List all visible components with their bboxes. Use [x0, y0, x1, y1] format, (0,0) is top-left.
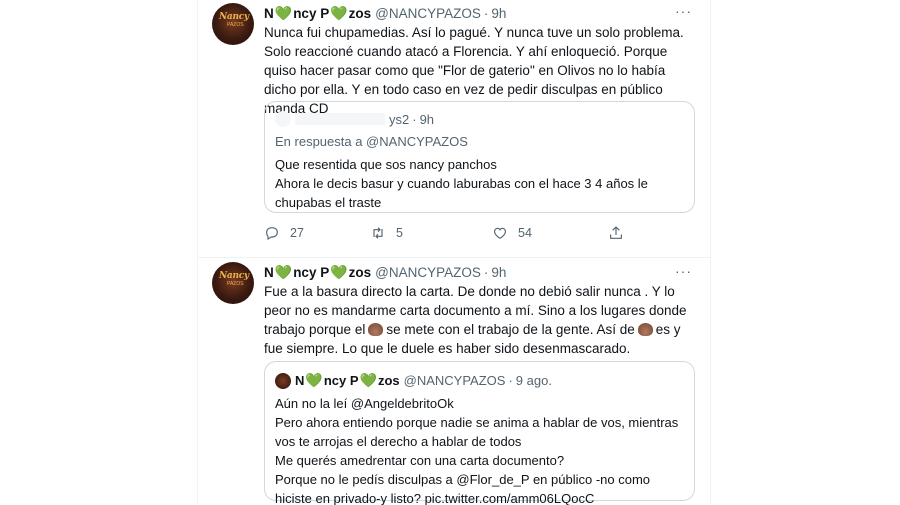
separator-dot: ·	[508, 373, 513, 388]
reply-to-line[interactable]: En respuesta a @NANCYPAZOS	[275, 132, 685, 151]
poop-emoji	[637, 323, 653, 336]
heart-icon: 💚	[359, 372, 377, 388]
user-handle[interactable]: @NANCYPAZOS	[404, 373, 506, 388]
heart-icon: 💚	[274, 263, 293, 280]
name-part: ncy P	[323, 373, 359, 388]
quote-line: Aún no la leí @AngeldebritoOk	[275, 396, 454, 411]
quote-body: En respuesta a @NANCYPAZOS Que resentida…	[275, 132, 685, 212]
timestamp[interactable]: 9h	[491, 6, 506, 21]
heart-icon: 💚	[330, 263, 348, 280]
user-handle[interactable]: @NANCYPAZOS	[375, 6, 481, 21]
tweet-2[interactable]: Nancy PAZOS N 💚 ncy P 💚 zos @NANCYPAZOS · 9h…	[198, 258, 710, 505]
reply-icon	[266, 227, 278, 241]
separator-dot: ·	[483, 5, 489, 21]
quote-line: Pero ahora entiendo porque nadie se anim…	[275, 415, 679, 449]
quote-header: N 💚 ncy P 💚 zos @NANCYPAZOS · 9 ago.	[275, 372, 552, 389]
user-handle[interactable]: @NANCYPAZOS	[375, 265, 481, 280]
heart-icon: 💚	[274, 4, 293, 21]
name-part: N	[295, 373, 305, 388]
name-part: ncy P	[293, 264, 330, 280]
tweet-header: N 💚 ncy P 💚 zos @NANCYPAZOS · 9h	[264, 263, 506, 281]
tweet-header: N 💚 ncy P 💚 zos @NANCYPAZOS · 9h	[264, 4, 506, 22]
avatar[interactable]	[275, 111, 291, 127]
display-name[interactable]: N 💚 ncy P 💚 zos	[264, 5, 371, 22]
retweet-button[interactable]: 5	[370, 225, 403, 241]
tweet-body: Fue a la basura directo la carta. De don…	[264, 282, 694, 358]
separator-dot: ·	[412, 111, 417, 127]
redacted-name	[295, 113, 385, 125]
timestamp[interactable]: 9h	[420, 112, 434, 127]
quote-line: Porque no le pedís disculpas a @Flor_de_…	[275, 472, 651, 505]
reply-count: 27	[290, 226, 304, 240]
quote-line: Me querés amedrentar con una carta docum…	[275, 453, 565, 468]
timestamp[interactable]: 9h	[491, 265, 506, 280]
more-icon[interactable]: ···	[675, 263, 692, 279]
separator-dot: ·	[483, 264, 489, 280]
display-name[interactable]: N 💚 ncy P 💚 zos	[264, 264, 371, 281]
quoted-tweet[interactable]: ys2 · 9h En respuesta a @NANCYPAZOS Que …	[264, 101, 695, 213]
quote-header: ys2 · 9h	[275, 111, 434, 127]
like-count: 54	[518, 226, 532, 240]
like-button[interactable]: 54	[492, 225, 532, 241]
avatar[interactable]: Nancy PAZOS	[212, 3, 254, 45]
name-part: zos	[348, 264, 372, 280]
tweet-text: Fue a la basura directo la carta. De don…	[264, 282, 694, 358]
avatar-logo-sub: PAZOS	[227, 281, 244, 287]
avatar-logo: Nancy	[219, 271, 249, 281]
avatar[interactable]	[275, 372, 291, 389]
reply-button[interactable]: 27	[264, 225, 304, 241]
like-icon	[494, 227, 506, 240]
poop-emoji	[368, 323, 384, 336]
quote-body: Aún no la leí @AngeldebritoOk Pero ahora…	[275, 394, 685, 505]
name-part: N	[264, 264, 274, 280]
more-icon[interactable]: ···	[675, 3, 692, 19]
tweet-actions: 27 5 54	[264, 223, 644, 243]
heart-icon: 💚	[330, 4, 348, 21]
heart-icon: 💚	[305, 372, 323, 388]
retweet-icon	[373, 227, 383, 239]
timestamp[interactable]: 9 ago.	[516, 373, 552, 388]
name-part: zos	[377, 373, 400, 388]
tweet-1[interactable]: Nancy PAZOS N 💚 ncy P 💚 zos @NANCYPAZOS · 9h…	[198, 0, 710, 258]
avatar-logo: Nancy	[219, 12, 249, 22]
share-button[interactable]	[608, 225, 624, 241]
quoted-tweet[interactable]: N 💚 ncy P 💚 zos @NANCYPAZOS · 9 ago. Aún no …	[264, 361, 695, 505]
share-icon	[610, 226, 622, 239]
avatar[interactable]: Nancy PAZOS	[212, 262, 254, 304]
avatar-logo-sub: PAZOS	[227, 22, 244, 28]
text-segment: se mete con el trabajo de la gente. Así …	[386, 322, 635, 337]
quote-line: Que resentida que sos nancy panchos	[275, 157, 497, 172]
name-part: ncy P	[293, 5, 330, 21]
name-part: N	[264, 5, 274, 21]
display-name[interactable]: N 💚 ncy P 💚 zos	[295, 372, 400, 389]
retweet-count: 5	[396, 226, 403, 240]
quote-line: Ahora le decis basur y cuando laburabas …	[275, 176, 648, 210]
quote-handle[interactable]: ys2	[389, 112, 409, 127]
timeline: Nancy PAZOS N 💚 ncy P 💚 zos @NANCYPAZOS · 9h…	[197, 0, 711, 505]
name-part: zos	[348, 5, 372, 21]
